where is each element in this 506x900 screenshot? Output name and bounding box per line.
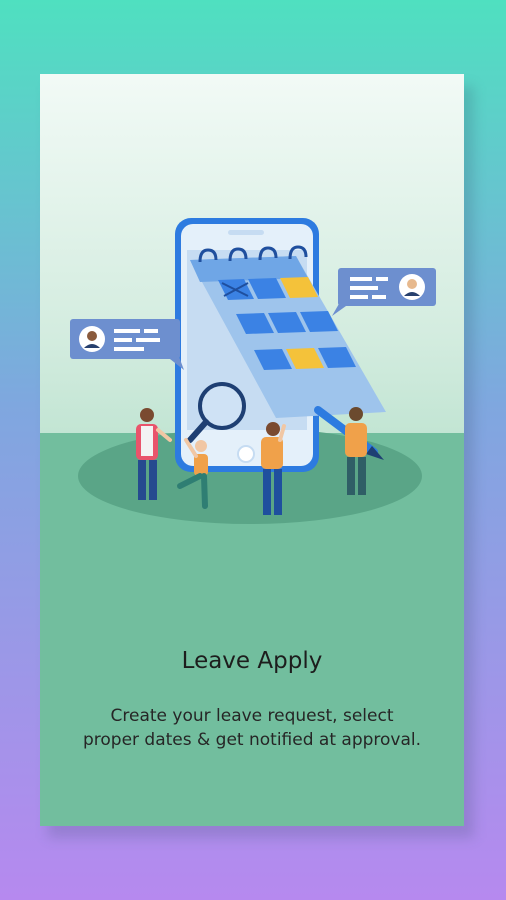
chat-bubble-right [332,268,436,316]
onboarding-title: Leave Apply [181,648,323,674]
onboarding-description: Create your leave request, select proper… [82,706,422,750]
calendar-leave-illustration [70,218,436,524]
onboarding-card: Leave Apply Create your leave request, s… [40,74,464,826]
chat-bubble-left [70,319,184,370]
